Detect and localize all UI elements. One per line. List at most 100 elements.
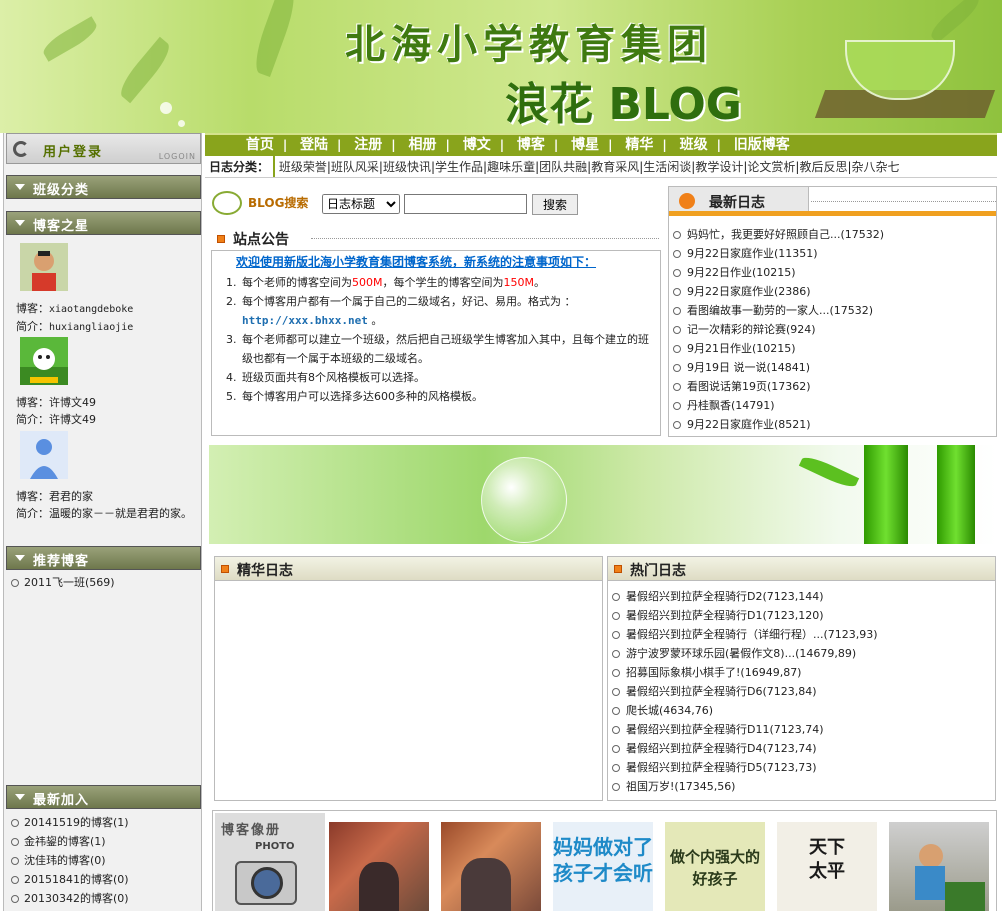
login-label: 用户登录 xyxy=(43,145,104,160)
list-item[interactable]: 看图说话第19页(17362) xyxy=(671,377,993,396)
list-item[interactable]: 9月22日家庭作业(11351) xyxy=(671,244,993,263)
orange-bar xyxy=(669,211,996,216)
list-item[interactable]: 祖国万岁!(17345,56) xyxy=(610,777,994,796)
left-sidebar: 用户登录 LOGOIN 班级分类 博客之星 博客：xiaotangdeboke … xyxy=(3,133,202,911)
newest-members-label: 最新加入 xyxy=(33,793,90,808)
latest-logs-title: 最新日志 xyxy=(709,195,765,211)
list-item[interactable]: 丹桂飘香(14791) xyxy=(671,396,993,415)
photo-album-label[interactable]: 博客像册 PHOTO xyxy=(215,813,325,911)
blogger-name-link[interactable]: 君君的家 xyxy=(49,490,93,503)
category-link[interactable]: 趣味乐童 xyxy=(487,160,535,174)
triangle-down-icon xyxy=(15,794,25,800)
photo-figure xyxy=(915,866,945,900)
leaf-decoration xyxy=(39,16,101,62)
list-item[interactable]: 20151841的博客(0) xyxy=(10,870,200,889)
photo-thumbnail[interactable]: 做个内强大的好孩子 xyxy=(665,822,765,911)
blogger-avatar-cartoon[interactable] xyxy=(20,337,68,385)
category-link[interactable]: 学生作品 xyxy=(435,160,483,174)
nav-blog-stars[interactable]: 博星 xyxy=(562,135,608,155)
nav-blogs[interactable]: 博客 xyxy=(508,135,554,155)
camera-lens-icon xyxy=(251,867,283,899)
bullet-square-icon xyxy=(217,235,225,243)
login-english-label: LOGOIN xyxy=(158,152,196,161)
notice-headline-link[interactable]: 欢迎使用新版北海小学教育集团博客系统，新系统的注意事项如下： xyxy=(236,253,596,270)
photo-thumbnail[interactable]: 妈妈做对了孩子才会听 xyxy=(553,822,653,911)
category-link[interactable]: 教后反思 xyxy=(799,160,847,174)
recommend-blogs-header: 推荐博客 xyxy=(6,546,201,570)
list-item[interactable]: 9月22日家庭作业(2386) xyxy=(671,282,993,301)
list-item[interactable]: 记一次精彩的辩论赛(924) xyxy=(671,320,993,339)
list-item[interactable]: 9月22日作业(10215) xyxy=(671,263,993,282)
notice-item: 每个老师都可以建立一个班级，然后把自己班级学生博客加入其中，且每个建立的班级也都… xyxy=(240,330,650,368)
nav-home[interactable]: 首页 xyxy=(237,135,283,155)
hot-logs-header: 热门日志 xyxy=(608,557,995,581)
list-item[interactable]: 9月22日家庭作业(8521) xyxy=(671,415,993,434)
category-link[interactable]: 杂八杂七 xyxy=(852,160,900,174)
leaf-decoration xyxy=(249,0,301,78)
list-item[interactable]: 妈妈忙，我更要好好照顾自己...(17532) xyxy=(671,225,993,244)
list-item[interactable]: 招募国际象棋小棋手了!(16949,87) xyxy=(610,663,994,682)
domain-format-link[interactable]: http://xxx.bhxx.net xyxy=(242,314,368,327)
notice-highlight: 500M xyxy=(352,276,383,289)
category-link[interactable]: 论文赏析 xyxy=(747,160,795,174)
blogger-avatar-photo[interactable] xyxy=(20,243,68,291)
notice-title: 站点公告 xyxy=(233,232,289,248)
hot-logs-title: 热门日志 xyxy=(630,563,686,579)
list-item[interactable]: 9月19日 说一说(14841) xyxy=(671,358,993,377)
leaf-decoration xyxy=(114,36,176,104)
photo-thumbnail[interactable]: 天下太平 xyxy=(777,822,877,911)
list-item[interactable]: 暑假绍兴到拉萨全程骑行D6(7123,84) xyxy=(610,682,994,701)
category-link[interactable]: 教学设计 xyxy=(695,160,743,174)
category-link[interactable]: 班队风采 xyxy=(331,160,379,174)
list-item[interactable]: 暑假绍兴到拉萨全程骑行D2(7123,144) xyxy=(610,587,994,606)
list-item[interactable]: 暑假绍兴到拉萨全程骑行D11(7123,74) xyxy=(610,720,994,739)
category-link[interactable]: 班级荣誉 xyxy=(279,160,327,174)
nav-classes[interactable]: 班级 xyxy=(671,135,717,155)
search-button[interactable]: 搜索 xyxy=(532,194,578,215)
star-blogger-card: 博客：许博文49 简介：许博文49 xyxy=(16,337,201,428)
featured-logs-title: 精华日志 xyxy=(237,563,293,579)
list-item[interactable]: 暑假绍兴到拉萨全程骑行D1(7123,120) xyxy=(610,606,994,625)
triangle-down-icon xyxy=(15,220,25,226)
list-item[interactable]: 20141519的博客(1) xyxy=(10,813,200,832)
blogger-name-link[interactable]: xiaotangdeboke xyxy=(49,304,133,315)
login-button[interactable]: 用户登录 LOGOIN xyxy=(6,133,201,164)
hot-logs-panel: 热门日志 暑假绍兴到拉萨全程骑行D2(7123,144) 暑假绍兴到拉萨全程骑行… xyxy=(607,556,996,801)
list-item[interactable]: 20130342的博客(0) xyxy=(10,889,200,908)
class-category-header[interactable]: 班级分类 xyxy=(6,175,201,199)
list-item[interactable]: 金祎鋆的博客(1) xyxy=(10,832,200,851)
hot-logs-list: 暑假绍兴到拉萨全程骑行D2(7123,144) 暑假绍兴到拉萨全程骑行D1(71… xyxy=(610,587,994,796)
category-link[interactable]: 班级快讯 xyxy=(383,160,431,174)
nav-album[interactable]: 相册 xyxy=(399,135,445,155)
list-item[interactable]: 爬长城(4634,76) xyxy=(610,701,994,720)
category-link[interactable]: 生活闲谈 xyxy=(643,160,691,174)
nav-featured[interactable]: 精华 xyxy=(616,135,662,155)
list-item[interactable]: 暑假绍兴到拉萨全程骑行（详细行程）...(7123,93) xyxy=(610,625,994,644)
search-input[interactable] xyxy=(404,194,527,214)
list-item[interactable]: 2011飞一班(569) xyxy=(10,573,200,592)
dotted-divider xyxy=(811,201,996,202)
photo-thumbnail[interactable] xyxy=(889,822,989,911)
category-link[interactable]: 教育采风 xyxy=(591,160,639,174)
category-link[interactable]: 团队共融 xyxy=(539,160,587,174)
photo-thumbnail[interactable] xyxy=(329,822,429,911)
intro-label: 简介： xyxy=(16,320,49,333)
bullet-square-icon xyxy=(614,565,622,573)
nav-old-blog[interactable]: 旧版博客 xyxy=(725,135,799,155)
blogger-avatar-default[interactable] xyxy=(20,431,68,479)
blogger-name-link[interactable]: 许博文49 xyxy=(49,396,96,409)
notice-item: 每个博客用户可以选择多达600多种的风格模板。 xyxy=(240,387,650,406)
list-item[interactable]: 看图编故事一勤劳的一家人...(17532) xyxy=(671,301,993,320)
nav-login[interactable]: 登陆 xyxy=(291,135,337,155)
list-item[interactable]: 暑假绍兴到拉萨全程骑行D4(7123,74) xyxy=(610,739,994,758)
list-item[interactable]: 9月21日作业(10215) xyxy=(671,339,993,358)
list-item[interactable]: 沈佳玮的博客(0) xyxy=(10,851,200,870)
latest-logs-list: 妈妈忙，我更要好好照顾自己...(17532) 9月22日家庭作业(11351)… xyxy=(671,225,993,434)
bamboo-stalk xyxy=(864,445,908,544)
photo-thumbnail[interactable] xyxy=(441,822,541,911)
nav-register[interactable]: 注册 xyxy=(345,135,391,155)
list-item[interactable]: 游宁波罗蒙环球乐园(暑假作文8)...(14679,89) xyxy=(610,644,994,663)
nav-posts[interactable]: 博文 xyxy=(454,135,500,155)
search-type-select[interactable]: 日志标题 xyxy=(322,194,400,214)
list-item[interactable]: 暑假绍兴到拉萨全程骑行D5(7123,73) xyxy=(610,758,994,777)
